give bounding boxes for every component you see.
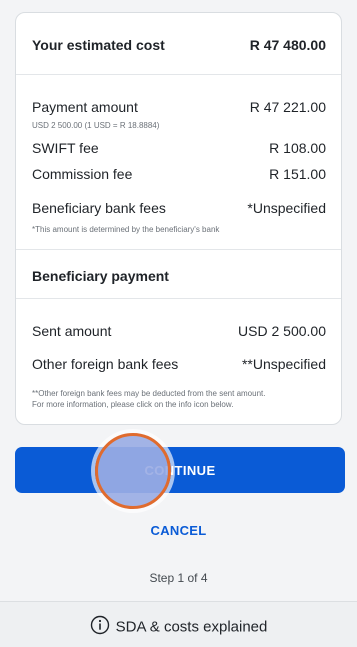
cancel-button[interactable]: CANCEL — [0, 523, 357, 538]
estimated-cost-label: Your estimated cost — [32, 37, 165, 53]
info-icon[interactable] — [90, 615, 110, 639]
foreign-bank-fees-note: **Other foreign bank fees may be deducte… — [32, 388, 329, 410]
foreign-bank-fees-note-line1: **Other foreign bank fees may be deducte… — [32, 389, 266, 398]
footer-label[interactable]: SDA & costs explained — [116, 619, 268, 636]
beneficiary-bank-fees-label: Beneficiary bank fees — [32, 200, 166, 216]
beneficiary-payment-heading-text: Beneficiary payment — [32, 268, 169, 284]
foreign-bank-fees-label: Other foreign bank fees — [32, 356, 179, 372]
estimated-cost-value: R 47 480.00 — [249, 37, 326, 53]
divider — [16, 298, 341, 299]
swift-fee-label: SWIFT fee — [32, 140, 99, 156]
touch-indicator — [95, 433, 171, 509]
cost-summary-card: Your estimated cost R 47 480.00 Payment … — [15, 12, 342, 425]
step-indicator: Step 1 of 4 — [149, 571, 208, 585]
sent-amount-label: Sent amount — [32, 323, 112, 339]
sent-amount-value: USD 2 500.00 — [238, 323, 326, 339]
swift-fee-value: R 108.00 — [269, 140, 326, 156]
beneficiary-bank-fees-note: *This amount is determined by the benefi… — [32, 225, 220, 234]
exchange-rate-note: USD 2 500.00 (1 USD = R 18.8884) — [32, 121, 160, 130]
commission-fee-value: R 151.00 — [269, 166, 326, 182]
foreign-bank-fees-value: **Unspecified — [241, 356, 326, 372]
divider — [16, 249, 341, 250]
beneficiary-bank-fees-value: *Unspecified — [247, 200, 326, 216]
divider — [16, 74, 341, 75]
payment-amount-value: R 47 221.00 — [249, 99, 326, 115]
payment-amount-label: Payment amount — [32, 99, 138, 115]
foreign-bank-fees-note-line2: For more information, please click on th… — [32, 400, 234, 409]
sda-costs-footer[interactable]: SDA & costs explained — [0, 601, 357, 647]
footer-content[interactable]: SDA & costs explained — [0, 615, 357, 639]
continue-button[interactable]: CONTINUE — [15, 447, 345, 493]
commission-fee-label: Commission fee — [32, 166, 133, 182]
